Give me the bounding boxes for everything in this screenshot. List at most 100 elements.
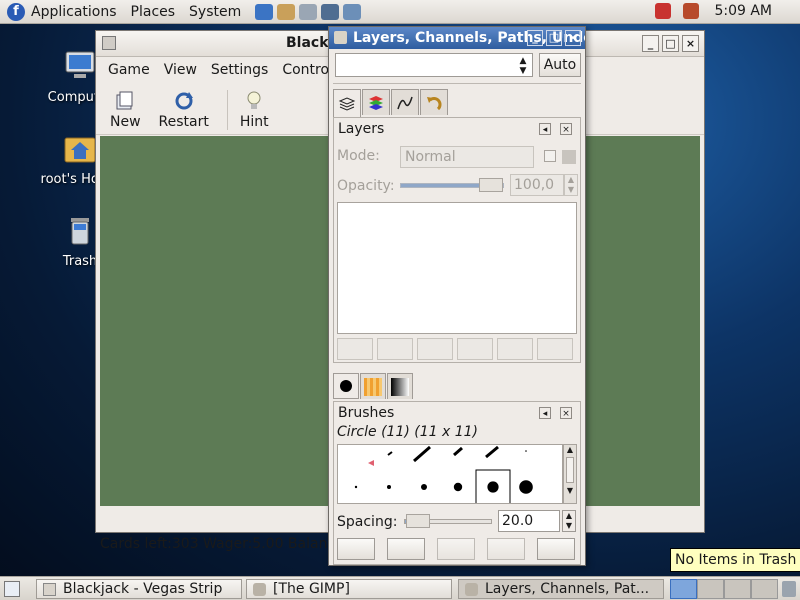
hint-button[interactable]: Hint	[240, 90, 269, 134]
current-brush-name: Circle (11) (11 x 11)	[337, 424, 478, 440]
close-button[interactable]: ×	[682, 35, 699, 52]
trash-tooltip: No Items in Trash	[670, 548, 800, 572]
workspace-3[interactable]	[724, 579, 751, 599]
computer-icon	[65, 51, 95, 78]
brush-grid[interactable]	[337, 444, 563, 504]
blackjack-app-icon	[43, 583, 56, 596]
opacity-slider-handle[interactable]	[479, 178, 503, 192]
lower-layer-button[interactable]	[417, 338, 453, 360]
lock-alpha-icon	[562, 150, 576, 164]
workspace-1[interactable]	[670, 579, 697, 599]
paths-icon	[397, 96, 413, 109]
window-menu-icon[interactable]	[102, 36, 116, 50]
dock-maximize-button[interactable]: □	[546, 30, 562, 46]
delete-layer-button[interactable]	[537, 338, 573, 360]
panel-close-icon[interactable]: ×	[560, 123, 572, 135]
maximize-button[interactable]: □	[662, 35, 679, 52]
pattern-icon	[364, 377, 382, 396]
new-game-icon	[116, 91, 133, 110]
tab-paths[interactable]	[391, 89, 419, 115]
new-button-label: New	[110, 114, 141, 130]
refresh-brushes-button[interactable]	[537, 538, 575, 560]
raise-layer-button[interactable]	[377, 338, 413, 360]
menu-game[interactable]: Game	[108, 62, 150, 78]
new-brush-button[interactable]	[387, 538, 425, 560]
home-folder-icon	[64, 137, 96, 163]
web-browser-launcher-icon[interactable]	[255, 3, 274, 20]
panel-close-icon[interactable]: ×	[560, 407, 572, 419]
network-status-icon[interactable]	[683, 3, 699, 19]
edit-brush-button[interactable]	[337, 538, 375, 560]
clock[interactable]: 5:09 AM	[714, 3, 772, 19]
panel-menu-icon[interactable]: ◂	[539, 123, 551, 135]
opacity-spin-arrows[interactable]: ▲ ▼	[564, 174, 578, 196]
spreadsheet-launcher-icon[interactable]	[343, 3, 362, 20]
tab-layers[interactable]	[333, 89, 361, 117]
new-button[interactable]: New	[110, 90, 141, 134]
spacing-spin-field[interactable]: 20.0	[498, 510, 560, 532]
menu-system[interactable]: System	[189, 4, 249, 20]
tab-channels[interactable]	[362, 89, 390, 115]
menu-settings[interactable]: Settings	[211, 62, 268, 78]
menu-view[interactable]: View	[164, 62, 197, 78]
minimize-button[interactable]: _	[642, 35, 659, 52]
restart-icon	[175, 92, 193, 110]
panel-menu-icon[interactable]: ◂	[539, 407, 551, 419]
opacity-spin-field[interactable]: 100,0	[510, 174, 564, 196]
delete-brush-button[interactable]	[487, 538, 525, 560]
dock-separator	[333, 83, 581, 85]
dock-minimize-button[interactable]: _	[527, 30, 543, 46]
bottom-panel: Blackjack - Vegas Strip [The GIMP] Layer…	[0, 576, 800, 600]
dock-titlebar[interactable]: Layers, Channels, Paths, Undo _ □ ×	[329, 27, 585, 49]
image-selector-combo[interactable]: ▲ ▼	[335, 53, 533, 77]
tab-undo-history[interactable]	[420, 89, 448, 115]
gradient-icon	[391, 377, 409, 396]
dock-close-button[interactable]: ×	[565, 30, 581, 46]
layers-list[interactable]	[337, 202, 577, 334]
task-blackjack[interactable]: Blackjack - Vegas Strip	[36, 579, 242, 599]
tab-gradients[interactable]	[387, 373, 413, 399]
opacity-label: Opacity:	[337, 178, 395, 194]
workspace-2[interactable]	[697, 579, 724, 599]
menu-places[interactable]: Places	[131, 4, 184, 20]
spacing-slider-handle[interactable]	[406, 514, 430, 528]
gimp-wilber-icon[interactable]	[334, 31, 347, 44]
fedora-logo-icon[interactable]: f	[7, 2, 25, 21]
restart-button[interactable]: Restart	[159, 90, 209, 134]
duplicate-brush-button[interactable]	[437, 538, 475, 560]
toolbar-separator	[226, 90, 228, 130]
auto-button[interactable]: Auto	[539, 53, 581, 77]
hint-button-label: Hint	[239, 114, 269, 130]
new-layer-button[interactable]	[337, 338, 373, 360]
scrollbar-thumb[interactable]	[566, 457, 574, 483]
tab-patterns[interactable]	[360, 373, 386, 399]
tab-brushes[interactable]	[333, 373, 359, 399]
show-desktop-icon[interactable]	[4, 581, 20, 597]
workspace-switcher[interactable]	[670, 579, 778, 599]
spacing-spin-arrows[interactable]: ▲ ▼	[562, 510, 576, 532]
presentation-launcher-icon[interactable]	[321, 3, 340, 20]
dock-tabs	[333, 89, 449, 117]
spacing-value: 20.0	[502, 513, 534, 529]
document-launcher-icon[interactable]	[299, 3, 318, 20]
task-gimp[interactable]: [The GIMP]	[246, 579, 452, 599]
brushes-panel: Brushes ◂ × Circle (11) (11 x 11) ▲ ▼ Sp…	[333, 401, 581, 565]
menu-control[interactable]: Control	[282, 62, 333, 78]
keep-transparency-checkbox[interactable]	[544, 150, 556, 162]
brush-grid-scrollbar[interactable]: ▲ ▼	[563, 444, 577, 504]
anchor-layer-button[interactable]	[497, 338, 533, 360]
menu-applications[interactable]: Applications	[31, 4, 125, 20]
mode-label: Mode:	[337, 148, 380, 164]
layers-panel-header: Layers ◂ ×	[334, 118, 580, 140]
email-launcher-icon[interactable]	[277, 3, 296, 20]
channels-icon	[369, 95, 383, 110]
task-label: [The GIMP]	[273, 581, 350, 597]
restart-button-label: Restart	[158, 114, 209, 130]
update-notifier-icon[interactable]	[655, 3, 671, 19]
trash-applet-icon[interactable]	[782, 581, 796, 597]
workspace-4[interactable]	[751, 579, 778, 599]
duplicate-layer-button[interactable]	[457, 338, 493, 360]
task-label: Layers, Channels, Pat...	[485, 581, 650, 597]
mode-select[interactable]: Normal	[400, 146, 534, 168]
task-gimp-dock[interactable]: Layers, Channels, Pat...	[458, 579, 664, 599]
